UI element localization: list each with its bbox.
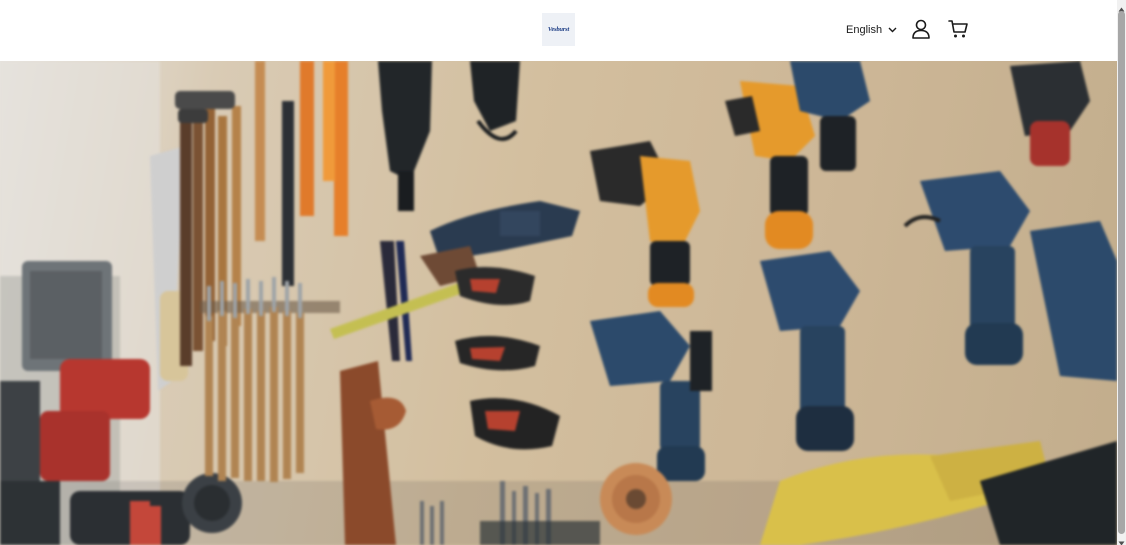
scrollbar-thumb[interactable] [1118,11,1125,534]
logo-text: Vesburst [547,26,570,33]
shopping-cart-icon[interactable] [948,19,968,39]
hero-image [0,61,1117,545]
language-label: English [846,24,883,36]
hero-banner [0,61,1117,545]
scroll-down-arrow-icon[interactable] [1118,535,1125,545]
chevron-down-icon [888,27,897,33]
language-selector[interactable]: English [846,22,897,38]
site-header: Vesburst English [0,0,1117,61]
store-logo[interactable]: Vesburst [542,13,575,46]
page-scrollbar[interactable] [1117,0,1126,545]
scroll-up-arrow-icon[interactable] [1118,1,1125,12]
user-icon[interactable] [911,19,931,39]
